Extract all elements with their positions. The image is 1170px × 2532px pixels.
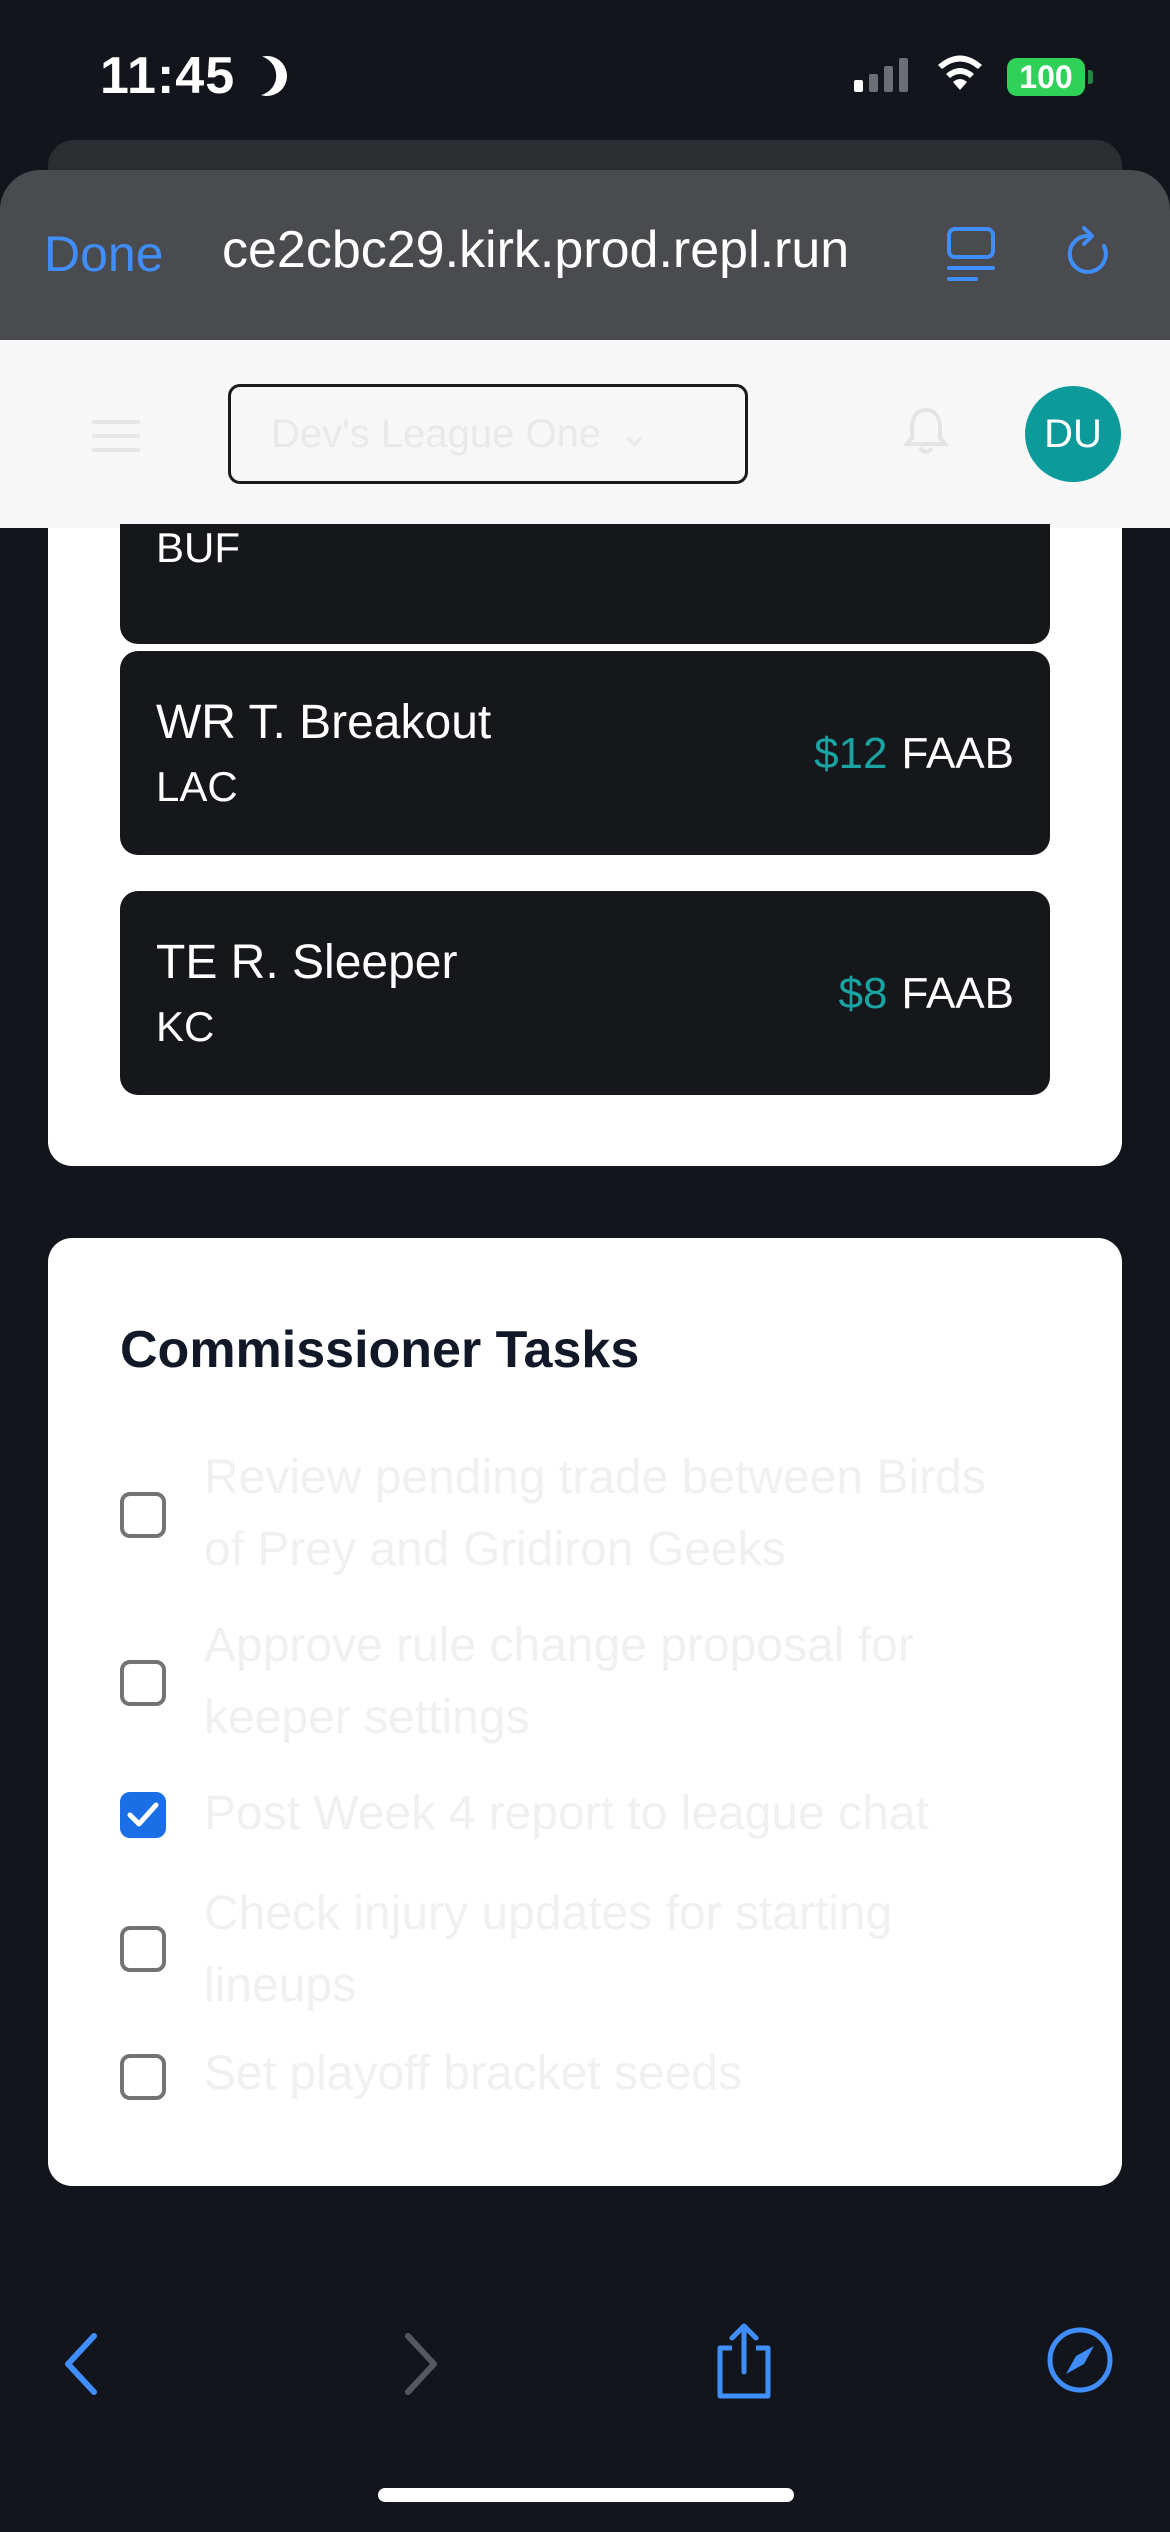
task-label: Approve rule change proposal for keeper … [204, 1619, 914, 1744]
url-field[interactable]: ce2cbc29.kirk.prod.repl.run [222, 220, 849, 280]
player-name: WR T. Breakout [156, 696, 492, 749]
bid-amount: $12 [814, 729, 888, 778]
checkmark-icon [127, 1802, 159, 1827]
moon-icon [242, 50, 293, 101]
task-checkbox[interactable] [120, 2054, 166, 2100]
waiver-wire-card: BUF WR T. Breakout LAC $12 FAAB TE R. Sl… [48, 524, 1122, 1166]
task-label: Post Week 4 report to league chat [204, 1787, 929, 1840]
reload-icon[interactable] [1064, 222, 1116, 282]
player-row[interactable]: WR T. Breakout LAC $12 FAAB [120, 651, 1050, 855]
battery-icon: 100 [1007, 58, 1093, 96]
avatar-initials: DU [1044, 411, 1102, 456]
league-select[interactable]: Dev's League One ⌄ [228, 384, 748, 484]
task-label: Check injury updates for starting lineup… [204, 1887, 893, 2012]
done-button[interactable]: Done [44, 225, 164, 283]
player-team: BUF [156, 524, 240, 571]
player-team: KC [156, 1003, 215, 1050]
bid-unit: FAAB [901, 729, 1015, 778]
back-icon[interactable] [62, 2332, 102, 2396]
reader-icon[interactable] [946, 226, 996, 282]
app-header: Dev's League One ⌄ DU [0, 340, 1170, 528]
task-checkbox[interactable] [120, 1492, 166, 1538]
status-time: 11:45 [100, 46, 287, 106]
league-select-label: Dev's League One [271, 411, 602, 456]
faab-bid: $8 FAAB [839, 969, 1014, 1019]
compass-icon[interactable] [1046, 2326, 1114, 2394]
wifi-icon [938, 55, 982, 90]
share-icon[interactable] [714, 2322, 774, 2400]
task-checkbox[interactable] [120, 1926, 166, 1972]
status-bar: 11:45 100 [0, 0, 1170, 150]
task-checkbox[interactable] [120, 1660, 166, 1706]
player-row[interactable]: TE R. Sleeper KC $8 FAAB [120, 891, 1050, 1095]
signal-icon [854, 58, 908, 92]
home-indicator[interactable] [378, 2488, 794, 2502]
menu-icon[interactable] [92, 420, 140, 462]
avatar[interactable]: DU [1025, 386, 1121, 482]
bell-icon[interactable] [904, 406, 948, 456]
task-label: Set playoff bracket seeds [204, 2047, 743, 2100]
battery-level: 100 [1019, 58, 1073, 95]
player-row[interactable]: BUF [120, 524, 1050, 644]
faab-bid: $12 FAAB [814, 729, 1014, 779]
commissioner-tasks-card: Commissioner Tasks Review pending trade … [48, 1238, 1122, 2186]
bid-unit: FAAB [901, 969, 1015, 1018]
task-label: Review pending trade between Birds of Pr… [204, 1451, 986, 1576]
clock: 11:45 [100, 47, 236, 105]
task-checkbox-checked[interactable] [120, 1792, 166, 1838]
chevron-down-icon: ⌄ [619, 413, 650, 454]
forward-icon[interactable] [400, 2332, 440, 2396]
player-name: TE R. Sleeper [156, 936, 458, 989]
player-team: LAC [156, 763, 238, 810]
section-title: Commissioner Tasks [120, 1321, 640, 1379]
bid-amount: $8 [838, 969, 888, 1018]
browser-bar: Done ce2cbc29.kirk.prod.repl.run [0, 170, 1170, 340]
